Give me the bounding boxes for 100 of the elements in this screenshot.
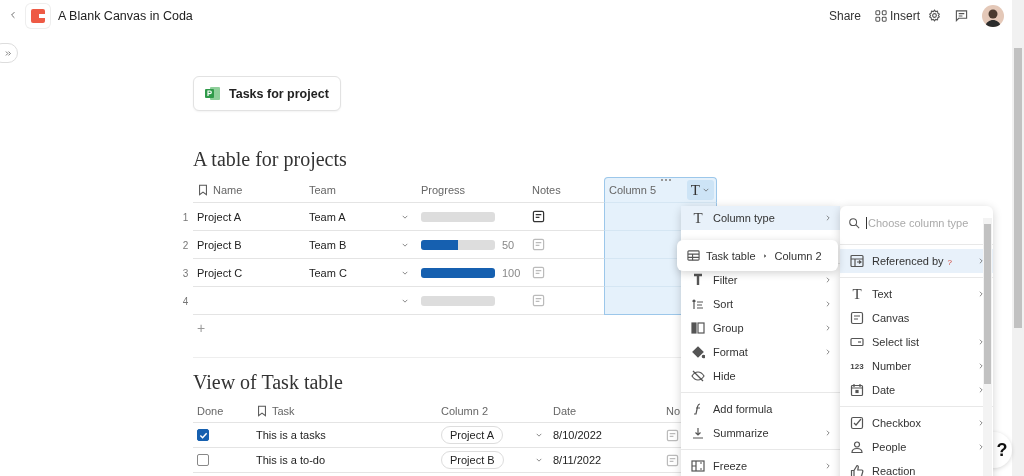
scrollbar-thumb[interactable]	[984, 224, 991, 384]
menu-label: Freeze	[713, 460, 749, 472]
table-title: View of Task table	[193, 370, 343, 394]
menu-label: Select list	[872, 336, 921, 348]
menu-label: Text	[872, 288, 894, 300]
menu-item[interactable]: Checkbox	[840, 411, 993, 435]
search-field[interactable]: Choose column type	[866, 217, 978, 229]
menu-item[interactable]: Hide	[681, 364, 840, 388]
checkbox[interactable]	[197, 429, 209, 441]
chevron-right-icon	[824, 428, 832, 438]
column-header[interactable]: Name	[213, 183, 243, 196]
menu-item[interactable]: Format	[681, 340, 840, 364]
menu-item[interactable]: Select list	[840, 330, 993, 354]
person-icon	[850, 440, 864, 454]
column-header[interactable]: Progress	[421, 183, 466, 196]
summarize-icon	[691, 426, 705, 440]
menu-item[interactable]: 123 Number	[840, 354, 993, 378]
insert-button[interactable]: Insert	[875, 9, 920, 23]
search-icon	[848, 217, 860, 229]
menu-label: Sort	[713, 298, 735, 310]
doc-link-button[interactable]: Tasks for project	[193, 76, 341, 111]
calendar-icon	[850, 383, 864, 397]
chevron-right-icon	[977, 442, 985, 452]
freeze-columns-icon	[691, 459, 705, 473]
menu-label: Group	[713, 322, 745, 334]
menu-label: Format	[713, 346, 749, 358]
table-name: Task table	[706, 249, 756, 262]
menu-item[interactable]: Filter	[681, 268, 840, 292]
column-header[interactable]: Column 5 T	[604, 177, 717, 203]
menu-item[interactable]: T Column type	[681, 206, 840, 230]
doc-title: A Blank Canvas in Coda	[58, 9, 193, 23]
column-header[interactable]: No	[666, 404, 681, 417]
chevron-down-icon	[702, 186, 710, 194]
column-name: Column 2	[774, 249, 822, 262]
menu-item[interactable]: Freeze	[681, 454, 840, 476]
table-cell: This is a tasks	[256, 429, 326, 441]
table-cell: 8/10/2022	[553, 429, 602, 441]
user-avatar[interactable]	[982, 5, 1004, 27]
progress-value: 50	[502, 238, 515, 251]
settings-icon	[928, 8, 941, 22]
menu-item[interactable]: Date	[840, 378, 993, 402]
checkbox[interactable]	[197, 454, 209, 466]
chevron-right-icon	[977, 289, 985, 299]
chevron-right-icon	[977, 337, 985, 347]
column-label: Column 5	[609, 184, 657, 196]
row-number: 4	[182, 295, 189, 307]
reference-popup[interactable]: Task table Column 2	[677, 240, 838, 271]
group-icon	[691, 321, 705, 335]
row-number: 1	[182, 211, 189, 223]
menu-item[interactable]: Referenced by ?	[840, 249, 993, 273]
table-cell: Project C	[197, 266, 243, 279]
double-chevron-icon	[4, 48, 13, 58]
notes-icon[interactable]	[532, 210, 545, 223]
column-header[interactable]: Column 2	[441, 404, 489, 417]
menu-item[interactable]: Sort	[681, 292, 840, 316]
menu-item[interactable]: Group	[681, 316, 840, 340]
chevron-right-icon	[977, 385, 985, 395]
column-header[interactable]: Done	[197, 404, 224, 417]
chevron-down-icon	[535, 456, 543, 464]
column-header[interactable]: Task	[272, 404, 295, 417]
bookmark-icon	[256, 404, 268, 417]
column-type-button[interactable]: T	[686, 180, 714, 200]
menu-label: Checkbox	[872, 417, 922, 429]
menu-item[interactable]: T Text	[840, 282, 993, 306]
chevron-right-icon	[977, 418, 985, 428]
column-header[interactable]: Date	[553, 404, 577, 417]
chevron-down-icon	[535, 431, 543, 439]
back-icon	[8, 9, 18, 21]
paint-bucket-icon	[691, 345, 705, 359]
column-header[interactable]: Team	[309, 183, 336, 196]
menu-item[interactable]: Add formula	[681, 397, 840, 421]
menu-label: Number	[872, 360, 913, 372]
menu-item[interactable]: Canvas	[840, 306, 993, 330]
settings-icon[interactable]	[928, 8, 941, 24]
menu-label: Canvas	[872, 312, 911, 324]
menu-label: People	[872, 441, 908, 453]
scrollbar-thumb[interactable]	[1014, 48, 1022, 328]
table-cell: This is a to-do	[256, 454, 326, 466]
bookmark-icon	[197, 183, 209, 196]
canvas-icon	[850, 311, 864, 325]
row-number: 2	[182, 239, 189, 251]
chevron-right-icon	[824, 323, 832, 333]
comment-icon[interactable]	[955, 8, 968, 24]
row-number: 3	[182, 267, 189, 279]
menu-label: Add formula	[713, 403, 774, 415]
menu-label: Referenced by ?	[872, 255, 953, 267]
chevron-right-icon	[824, 347, 832, 357]
column-header[interactable]: Notes	[532, 183, 561, 196]
type-glyph: T	[692, 209, 704, 227]
chevron-right-icon	[824, 299, 832, 309]
chevron-right-icon	[977, 361, 985, 371]
chevron-right-icon	[977, 256, 985, 266]
checkbox-icon	[850, 416, 864, 430]
app-logo[interactable]	[26, 4, 50, 28]
project-file-icon	[205, 86, 221, 101]
menu-item[interactable]: Summarize	[681, 421, 840, 445]
help-mark: ?	[947, 258, 952, 267]
menu-label: Reaction	[872, 465, 917, 476]
share-button[interactable]: Share	[828, 9, 861, 23]
table-cell: Project B	[197, 238, 242, 251]
